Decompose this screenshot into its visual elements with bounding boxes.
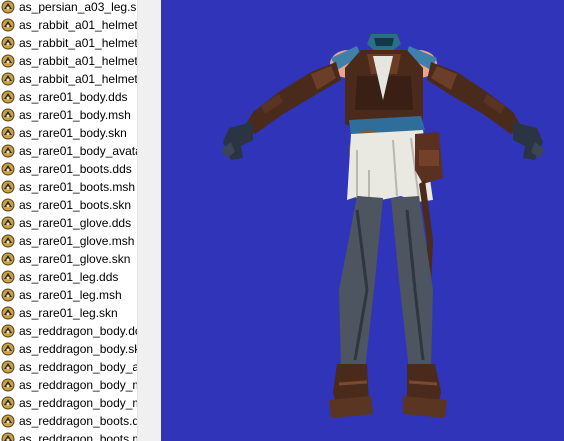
3d-model-file-icon	[1, 54, 15, 68]
3d-model-file-icon	[1, 306, 15, 320]
3d-model-file-icon	[1, 360, 15, 374]
3d-model-file-icon	[1, 234, 15, 248]
file-name-label: as_rabbit_a01_helmet.c	[19, 18, 137, 32]
file-list-item[interactable]: as_rare01_boots.skn	[0, 196, 137, 214]
file-list-item[interactable]: as_reddragon_body.sk	[0, 340, 137, 358]
file-list-item[interactable]: as_reddragon_body_av	[0, 358, 137, 376]
file-list-pane: as_persian_a03_leg.skn as_rabbit_a01_helm…	[0, 0, 137, 441]
file-name-label: as_rare01_leg.msh	[19, 288, 122, 302]
file-list-item[interactable]: as_rare01_leg.dds	[0, 268, 137, 286]
file-list-item[interactable]: as_rare01_boots.dds	[0, 160, 137, 178]
3d-model-file-icon	[1, 144, 15, 158]
file-list-item[interactable]: as_rare01_leg.skn	[0, 304, 137, 322]
3d-model-file-icon	[1, 90, 15, 104]
file-list-item[interactable]: as_reddragon_body_m	[0, 394, 137, 412]
model-viewport[interactable]	[161, 0, 564, 441]
file-list-item[interactable]: as_rabbit_a01_helmet.s	[0, 52, 137, 70]
file-name-label: as_rare01_glove.msh	[19, 234, 135, 248]
file-name-label: as_rare01_body.msh	[19, 108, 131, 122]
3d-model-file-icon	[1, 36, 15, 50]
file-name-label: as_reddragon_body_m	[19, 396, 137, 410]
file-name-label: as_rare01_boots.skn	[19, 198, 132, 212]
file-list-item[interactable]: as_rare01_leg.msh	[0, 286, 137, 304]
file-list-item[interactable]: as_rabbit_a01_helmet.c	[0, 16, 137, 34]
3d-model-file-icon	[1, 162, 15, 176]
file-name-label: as_rare01_glove.skn	[19, 252, 131, 266]
file-name-label: as_reddragon_body_av	[19, 360, 137, 374]
3d-model-file-icon	[1, 324, 15, 338]
file-name-label: as_rabbit_a01_helmet.n	[19, 36, 137, 50]
3d-model-file-icon	[1, 342, 15, 356]
3d-model-file-icon	[1, 252, 15, 266]
3d-model-file-icon	[1, 414, 15, 428]
pane-splitter[interactable]	[137, 0, 161, 441]
3d-model-file-icon	[1, 432, 15, 441]
file-name-label: as_rare01_body_avatar	[19, 144, 137, 158]
file-list-item[interactable]: as_reddragon_boots.m	[0, 430, 137, 441]
file-list-item[interactable]: as_rare01_boots.msh	[0, 178, 137, 196]
file-name-label: as_reddragon_boots.dc	[19, 414, 137, 428]
file-list-item[interactable]: as_rare01_body.skn	[0, 124, 137, 142]
3d-model-file-icon	[1, 0, 15, 14]
file-list-item[interactable]: as_persian_a03_leg.skn	[0, 0, 137, 16]
3d-model-file-icon	[1, 288, 15, 302]
file-name-label: as_rare01_boots.msh	[19, 180, 136, 194]
file-name-label: as_reddragon_body.dc	[19, 324, 137, 338]
file-name-label: as_rabbit_a01_helmet.s	[19, 54, 137, 68]
file-name-label: as_rare01_body.skn	[19, 126, 127, 140]
3d-model-file-icon	[1, 126, 15, 140]
3d-model-file-icon	[1, 108, 15, 122]
file-list-item[interactable]: as_reddragon_body_m	[0, 376, 137, 394]
file-name-label: as_rare01_leg.dds	[19, 270, 119, 284]
file-list-item[interactable]: as_rare01_body.dds	[0, 88, 137, 106]
file-list-item[interactable]: as_rabbit_a01_helmet.n	[0, 34, 137, 52]
file-name-label: as_rare01_glove.dds	[19, 216, 132, 230]
file-list-item[interactable]: as_reddragon_boots.dc	[0, 412, 137, 430]
3d-model-file-icon	[1, 18, 15, 32]
file-name-label: as_reddragon_boots.m	[19, 432, 137, 441]
file-list-item[interactable]: as_rare01_body.msh	[0, 106, 137, 124]
3d-model-file-icon	[1, 396, 15, 410]
3d-model-file-icon	[1, 198, 15, 212]
file-list-item[interactable]: as_rare01_glove.msh	[0, 232, 137, 250]
3d-model-file-icon	[1, 180, 15, 194]
file-name-label: as_rare01_leg.skn	[19, 306, 118, 320]
file-list-item[interactable]: as_rare01_body_avatar	[0, 142, 137, 160]
file-name-label: as_rare01_body.dds	[19, 90, 128, 104]
file-name-label: as_rare01_boots.dds	[19, 162, 132, 176]
file-list-item[interactable]: as_rare01_glove.skn	[0, 250, 137, 268]
file-name-label: as_reddragon_body_m	[19, 378, 137, 392]
file-list-item[interactable]: as_reddragon_body.dc	[0, 322, 137, 340]
3d-model-file-icon	[1, 72, 15, 86]
3d-model-file-icon	[1, 216, 15, 230]
file-name-label: as_reddragon_body.sk	[19, 342, 137, 356]
file-list-item[interactable]: as_rabbit_a01_helmet_	[0, 70, 137, 88]
file-list: as_persian_a03_leg.skn as_rabbit_a01_helm…	[0, 0, 137, 441]
3d-model-file-icon	[1, 270, 15, 284]
3d-model-file-icon	[1, 378, 15, 392]
file-name-label: as_rabbit_a01_helmet_	[19, 72, 137, 86]
character-model	[221, 34, 545, 418]
file-name-label: as_persian_a03_leg.skn	[19, 0, 137, 14]
file-list-item[interactable]: as_rare01_glove.dds	[0, 214, 137, 232]
